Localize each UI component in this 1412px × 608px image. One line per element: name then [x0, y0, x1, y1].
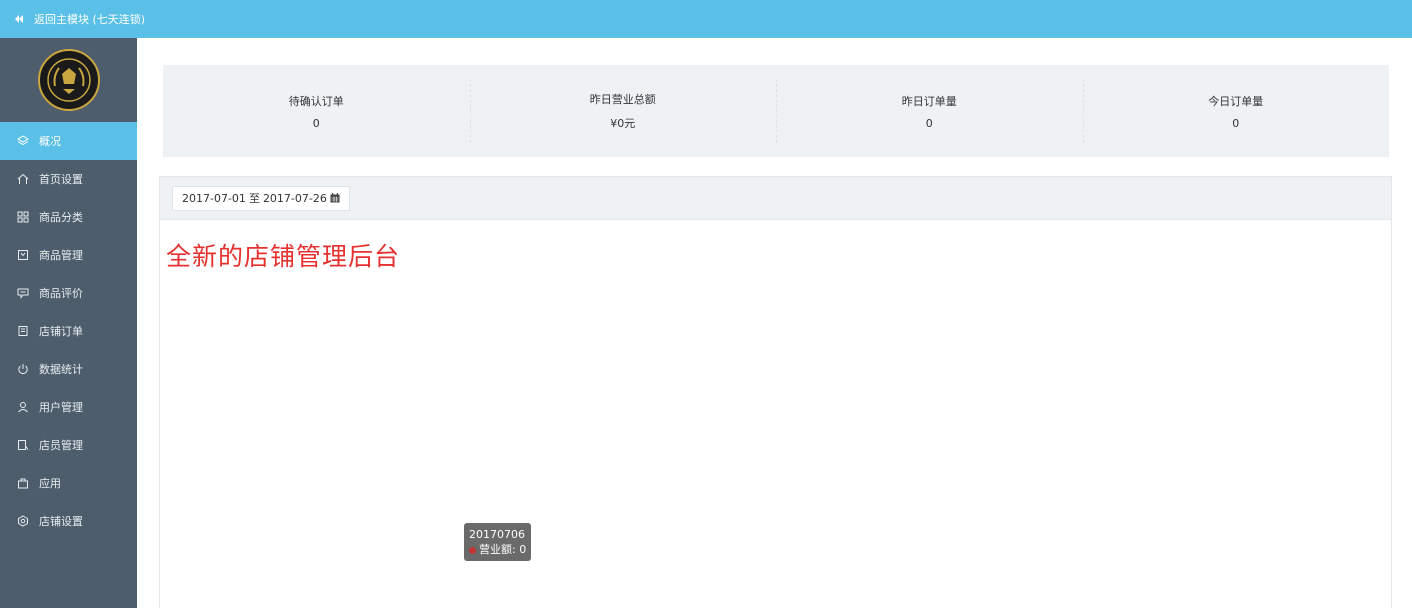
stats-summary: 待确认订单 0 昨日营业总额 ¥0元 昨日订单量 0 今日订单量 0: [163, 65, 1389, 157]
stat-label: 昨日订单量: [901, 94, 957, 108]
box-icon: [16, 248, 30, 262]
stat-yesterday-orders: 昨日订单量 0: [776, 65, 1083, 157]
date-start: 2017-07-01: [182, 191, 246, 205]
sidebar-item-label: 数据统计: [39, 363, 83, 376]
sidebar-item-staff-management[interactable]: 店员管理: [0, 426, 137, 464]
order-icon: [16, 324, 30, 338]
layers-icon: [16, 134, 30, 148]
sidebar-item-product-review[interactable]: 商品评价: [0, 274, 137, 312]
brand-logo: [37, 49, 100, 111]
sidebar-item-label: 店员管理: [39, 439, 83, 452]
sidebar-item-label: 商品分类: [39, 211, 83, 224]
stat-value: ¥0元: [610, 117, 636, 130]
sidebar-item-apps[interactable]: 应用: [0, 464, 137, 502]
staff-icon: [16, 438, 30, 452]
sidebar-item-label: 概况: [39, 135, 61, 148]
stat-value: 0: [312, 116, 320, 130]
sidebar-item-product-category[interactable]: 商品分类: [0, 198, 137, 236]
stat-value: 0: [1232, 116, 1240, 130]
logo-area: [0, 38, 137, 122]
stat-label: 待确认订单: [288, 94, 344, 108]
stat-label: 昨日营业总额: [589, 93, 656, 106]
sidebar-item-store-orders[interactable]: 店铺订单: [0, 312, 137, 350]
chart-headline: 全新的店铺管理后台: [166, 242, 401, 271]
sidebar-item-label: 用户管理: [39, 401, 83, 414]
date-separator: 至: [248, 192, 260, 205]
settings-icon: [16, 514, 30, 528]
sidebar-item-overview[interactable]: 概况: [0, 122, 137, 160]
chart-tooltip: 20170706 营业额: 0: [464, 523, 532, 561]
stat-pending-orders: 待确认订单 0: [163, 65, 470, 157]
sidebar-item-statistics[interactable]: 数据统计: [0, 350, 137, 388]
sidebar-item-store-settings[interactable]: 店铺设置: [0, 502, 137, 540]
sidebar-item-label: 商品管理: [39, 249, 83, 262]
stat-yesterday-revenue: 昨日营业总额 ¥0元: [469, 65, 777, 157]
bag-icon: [16, 476, 30, 490]
tooltip-row: 营业额: 0: [469, 542, 526, 557]
tooltip-value: 0: [519, 543, 527, 556]
series-dot-icon: [469, 546, 476, 554]
home-icon: [16, 172, 30, 186]
date-end: 2017-07-26: [262, 191, 327, 205]
sidebar-item-label: 应用: [39, 477, 61, 490]
double-chevron-left-icon: [14, 14, 24, 24]
tooltip-series: 营业额: [479, 543, 512, 556]
stat-value: 0: [925, 116, 933, 130]
sidebar-item-label: 店铺设置: [39, 515, 83, 528]
sidebar-item-home-settings[interactable]: 首页设置: [0, 160, 137, 198]
sidebar-item-label: 商品评价: [39, 287, 83, 300]
tooltip-date: 20170706: [469, 528, 525, 541]
panel-header: 2017-07-01 至 2017-07-26: [160, 177, 1391, 220]
back-label: 返回主模块 (七天连锁): [34, 13, 146, 26]
grid-icon: [16, 210, 30, 224]
sidebar-item-label: 首页设置: [39, 173, 83, 186]
stat-today-orders: 今日订单量 0: [1082, 65, 1390, 157]
sidebar-item-label: 店铺订单: [39, 325, 83, 338]
date-range-picker[interactable]: 2017-07-01 至 2017-07-26: [172, 185, 350, 211]
sidebar: 概况 首页设置 商品分类 商品管理 商品评价 店铺订单 数据统计 用户管理 店员…: [0, 38, 137, 608]
comment-icon: [16, 286, 30, 300]
sidebar-item-user-management[interactable]: 用户管理: [0, 388, 137, 426]
chart-panel: 2017-07-01 至 2017-07-26 全新的店铺管理后台 201707…: [159, 176, 1392, 608]
sidebar-item-product-management[interactable]: 商品管理: [0, 236, 137, 274]
power-icon: [16, 362, 30, 376]
back-to-main-module[interactable]: 返回主模块 (七天连锁): [0, 0, 1412, 38]
user-icon: [16, 400, 30, 414]
calendar-icon: [330, 193, 340, 203]
stat-label: 今日订单量: [1208, 94, 1264, 108]
